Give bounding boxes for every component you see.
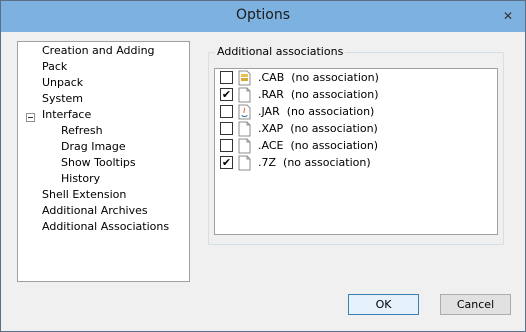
list-item[interactable]: .CAB (no association) (220, 70, 490, 86)
tree-item-interface[interactable]: Interface (42, 107, 91, 123)
ok-button[interactable]: OK (348, 294, 419, 315)
title-bar[interactable]: Options ✕ (1, 1, 525, 32)
tree-item-additional-archives[interactable]: Additional Archives (42, 203, 148, 219)
associations-list: .CAB (no association) ✔ .RAR (no associa… (214, 68, 498, 235)
association-label: .XAP (no association) (258, 122, 378, 135)
group-label: Additional associations (215, 45, 346, 58)
blank-file-icon (238, 87, 251, 103)
settings-tree: Creation and Adding Pack Unpack System I… (17, 41, 190, 282)
list-item[interactable]: ✔ .7Z (no association) (220, 155, 490, 171)
checkbox-cab[interactable] (220, 71, 233, 84)
collapse-toggle-icon[interactable] (26, 113, 35, 122)
tree-item-shell-extension[interactable]: Shell Extension (42, 187, 126, 203)
dialog-content: Creation and Adding Pack Unpack System I… (1, 32, 525, 331)
tree-item-system[interactable]: System (42, 91, 83, 107)
checkbox-rar[interactable]: ✔ (220, 88, 233, 101)
close-icon[interactable]: ✕ (500, 8, 516, 24)
cab-file-icon (238, 70, 251, 86)
blank-file-icon (238, 138, 251, 154)
tree-item-refresh[interactable]: Refresh (61, 123, 103, 139)
java-file-icon (238, 104, 251, 120)
tree-item-unpack[interactable]: Unpack (42, 75, 83, 91)
tree-item-pack[interactable]: Pack (42, 59, 67, 75)
options-dialog: Options ✕ Creation and Adding Pack Unpac… (0, 0, 526, 332)
list-item[interactable]: .ACE (no association) (220, 138, 490, 154)
associations-group: Additional associations .CAB (no associa… (208, 45, 504, 245)
cancel-button[interactable]: Cancel (440, 294, 511, 315)
list-item[interactable]: .XAP (no association) (220, 121, 490, 137)
checkbox-jar[interactable] (220, 105, 233, 118)
association-label: .RAR (no association) (258, 88, 379, 101)
checkbox-7z[interactable]: ✔ (220, 156, 233, 169)
association-label: .CAB (no association) (258, 71, 379, 84)
settings-panel: Additional associations .CAB (no associa… (204, 41, 512, 280)
tree-item-show-tooltips[interactable]: Show Tooltips (61, 155, 136, 171)
list-item[interactable]: ✔ .RAR (no association) (220, 87, 490, 103)
tree-item-history[interactable]: History (61, 171, 100, 187)
checkbox-xap[interactable] (220, 122, 233, 135)
association-label: .JAR (no association) (258, 105, 375, 118)
list-item[interactable]: .JAR (no association) (220, 104, 490, 120)
checkbox-ace[interactable] (220, 139, 233, 152)
blank-file-icon (238, 155, 251, 171)
tree-item-additional-associations[interactable]: Additional Associations (42, 219, 169, 235)
window-title: Options (235, 7, 291, 23)
tree-item-creation-and-adding[interactable]: Creation and Adding (42, 43, 155, 59)
association-label: .ACE (no association) (258, 139, 379, 152)
association-label: .7Z (no association) (258, 156, 371, 169)
blank-file-icon (238, 121, 251, 137)
tree-item-drag-image[interactable]: Drag Image (61, 139, 126, 155)
